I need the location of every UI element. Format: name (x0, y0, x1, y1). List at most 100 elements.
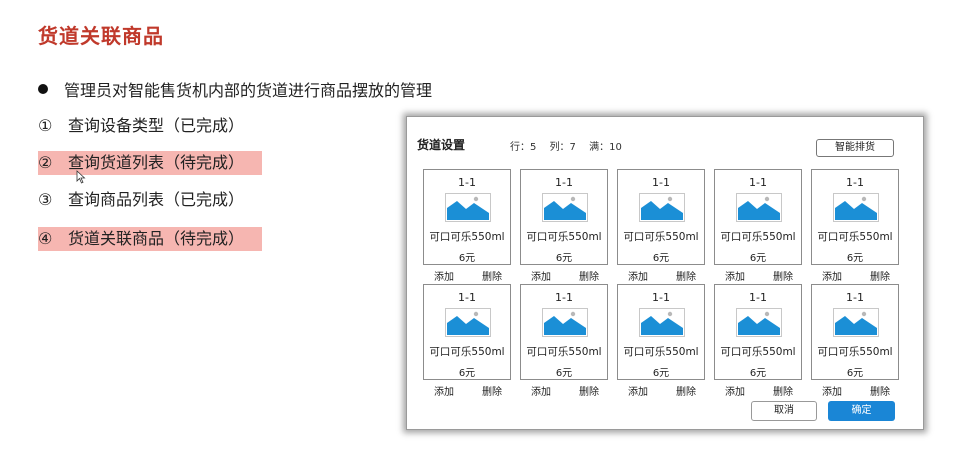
slot-number: 1-1 (652, 176, 670, 189)
delete-product-link[interactable]: 删除 (676, 268, 696, 283)
slot-card: 1-1 可口可乐550ml 6元 添加 删除 (714, 284, 802, 398)
product-price: 6元 (652, 253, 670, 264)
bullet-text: 管理员对智能售货机内部的货道进行商品摆放的管理 (64, 81, 433, 100)
add-product-link[interactable]: 添加 (531, 268, 551, 283)
full-stat: 满：10 (589, 142, 622, 153)
product-price: 6元 (749, 253, 767, 264)
dialog-title: 货道设置 (417, 138, 466, 152)
step-text: 查询商品列表（已完成） (68, 190, 245, 209)
delete-product-link[interactable]: 删除 (773, 383, 793, 398)
slot-card: 1-1 可口可乐550ml 6元 添加 删除 (520, 169, 608, 283)
step-number: ② (38, 153, 53, 172)
add-product-link[interactable]: 添加 (434, 268, 454, 283)
slot-card-body[interactable]: 1-1 可口可乐550ml 6元 (423, 169, 511, 265)
product-name: 可口可乐550ml (623, 346, 699, 358)
add-product-link[interactable]: 添加 (822, 268, 842, 283)
step-text: 查询设备类型（已完成） (68, 116, 245, 135)
slot-number: 1-1 (652, 291, 670, 304)
slot-card-body[interactable]: 1-1 可口可乐550ml 6元 (714, 284, 802, 380)
add-product-link[interactable]: 添加 (725, 383, 745, 398)
product-name: 可口可乐550ml (720, 231, 796, 243)
add-product-link[interactable]: 添加 (725, 268, 745, 283)
product-image-placeholder-icon (445, 193, 491, 222)
product-price: 6元 (458, 253, 476, 264)
add-product-link[interactable]: 添加 (434, 383, 454, 398)
product-image-placeholder-icon (542, 193, 588, 222)
slot-stats: 行：5 列：7 满：10 (510, 138, 630, 153)
slot-card-body[interactable]: 1-1 可口可乐550ml 6元 (811, 284, 899, 380)
slot-card-body[interactable]: 1-1 可口可乐550ml 6元 (617, 284, 705, 380)
step-number: ③ (38, 190, 53, 209)
slot-card: 1-1 可口可乐550ml 6元 添加 删除 (423, 169, 511, 283)
slot-number: 1-1 (458, 291, 476, 304)
slot-actions: 添加 删除 (714, 268, 802, 283)
delete-product-link[interactable]: 删除 (870, 383, 890, 398)
product-name: 可口可乐550ml (526, 231, 602, 243)
delete-product-link[interactable]: 删除 (482, 383, 502, 398)
step-text: 货道关联商品（待完成） (68, 229, 245, 248)
product-name: 可口可乐550ml (429, 346, 505, 358)
delete-product-link[interactable]: 删除 (870, 268, 890, 283)
slot-number: 1-1 (846, 176, 864, 189)
add-product-link[interactable]: 添加 (628, 383, 648, 398)
product-name: 可口可乐550ml (429, 231, 505, 243)
slot-actions: 添加 删除 (617, 268, 705, 283)
bullet-line: 管理员对智能售货机内部的货道进行商品摆放的管理 (38, 77, 432, 101)
slot-card-body[interactable]: 1-1 可口可乐550ml 6元 (520, 169, 608, 265)
slot-card-body[interactable]: 1-1 可口可乐550ml 6元 (811, 169, 899, 265)
smart-arrange-button[interactable]: 智能排货 (816, 139, 894, 157)
slot-number: 1-1 (555, 291, 573, 304)
slot-card: 1-1 可口可乐550ml 6元 添加 删除 (714, 169, 802, 283)
slot-card-body[interactable]: 1-1 可口可乐550ml 6元 (714, 169, 802, 265)
slot-actions: 添加 删除 (520, 268, 608, 283)
product-price: 6元 (846, 368, 864, 379)
slot-actions: 添加 删除 (520, 383, 608, 398)
product-name: 可口可乐550ml (720, 346, 796, 358)
product-image-placeholder-icon (639, 308, 685, 337)
slot-number: 1-1 (555, 176, 573, 189)
product-price: 6元 (555, 253, 573, 264)
slot-actions: 添加 删除 (617, 383, 705, 398)
slot-card-body[interactable]: 1-1 可口可乐550ml 6元 (423, 284, 511, 380)
slot-settings-dialog: 货道设置 行：5 列：7 满：10 智能排货 1-1 可口可乐550ml 6元 添加删… (406, 116, 924, 430)
product-name: 可口可乐550ml (623, 231, 699, 243)
product-price: 6元 (555, 368, 573, 379)
step-4: ④ 货道关联商品（待完成） (38, 227, 262, 251)
confirm-button[interactable]: 确定 (828, 401, 895, 421)
product-price: 6元 (846, 253, 864, 264)
slot-card: 1-1 可口可乐550ml 6元 添加 删除 (423, 284, 511, 398)
product-name: 可口可乐550ml (817, 231, 893, 243)
slot-card: 1-1 可口可乐550ml 6元 添加 删除 (617, 169, 705, 283)
delete-product-link[interactable]: 删除 (773, 268, 793, 283)
cols-stat: 列：7 (549, 142, 576, 153)
product-name: 可口可乐550ml (526, 346, 602, 358)
slot-number: 1-1 (846, 291, 864, 304)
slot-actions: 添加 删除 (811, 383, 899, 398)
delete-product-link[interactable]: 删除 (676, 383, 696, 398)
slot-card: 1-1 可口可乐550ml 6元 添加 删除 (520, 284, 608, 398)
add-product-link[interactable]: 添加 (531, 383, 551, 398)
slot-number: 1-1 (749, 176, 767, 189)
product-image-placeholder-icon (833, 308, 879, 337)
cancel-button[interactable]: 取消 (751, 401, 817, 421)
delete-product-link[interactable]: 删除 (579, 268, 599, 283)
rows-stat: 行：5 (510, 142, 537, 153)
add-product-link[interactable]: 添加 (628, 268, 648, 283)
slot-card: 1-1 可口可乐550ml 6元 添加 删除 (811, 169, 899, 283)
slot-card-body[interactable]: 1-1 可口可乐550ml 6元 (617, 169, 705, 265)
add-product-link[interactable]: 添加 (822, 383, 842, 398)
delete-product-link[interactable]: 删除 (482, 268, 502, 283)
slot-actions: 添加 删除 (423, 383, 511, 398)
product-price: 6元 (749, 368, 767, 379)
slot-actions: 添加 删除 (714, 383, 802, 398)
slot-card-body[interactable]: 1-1 可口可乐550ml 6元 (520, 284, 608, 380)
product-image-placeholder-icon (445, 308, 491, 337)
delete-product-link[interactable]: 删除 (579, 383, 599, 398)
step-2: ② 查询货道列表（待完成） (38, 151, 262, 175)
product-price: 6元 (652, 368, 670, 379)
slide-title: 货道关联商品 (38, 24, 164, 48)
product-image-placeholder-icon (736, 193, 782, 222)
slot-actions: 添加 删除 (811, 268, 899, 283)
bullet-dot-icon (38, 84, 48, 94)
mouse-cursor-icon (76, 170, 86, 184)
